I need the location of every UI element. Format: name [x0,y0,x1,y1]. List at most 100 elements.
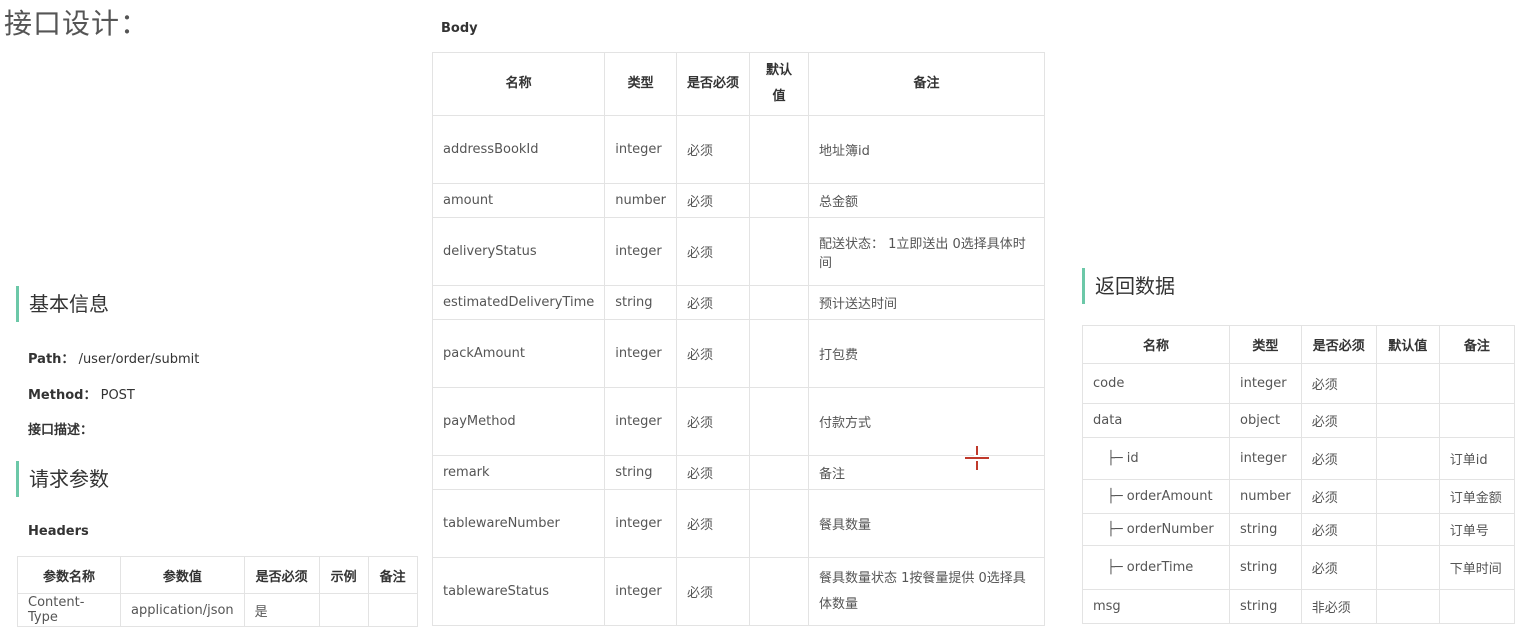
table-cell: string [1229,513,1302,546]
table-cell [368,593,418,627]
headers-col-value: 参数值 [120,556,245,594]
basic-info-heading: 基本信息 [16,286,109,322]
table-cell: 必须 [1301,479,1377,514]
page-title: 接口设计： [4,7,150,40]
table-cell: 必须 [1301,437,1377,480]
table-cell [749,557,809,626]
table-row: Content-Type application/json 是 [17,593,418,627]
table-cell: 必须 [676,115,750,184]
table-row: data object 必须 [1082,403,1515,438]
table-cell: 必须 [676,557,750,626]
table-cell [749,319,809,388]
table-cell: 必须 [1301,545,1377,590]
table-cell: 必须 [676,319,750,388]
table-row: ├─ orderTime string 必须 下单时间 [1082,545,1515,590]
table-cell: 必须 [676,285,750,320]
table-cell: 是 [244,593,320,627]
method-value: POST [100,388,135,403]
table-cell: 餐具数量 [808,489,1046,558]
table-cell [749,115,809,184]
table-cell: Content-Type [17,593,121,627]
body-col-name: 名称 [431,52,606,116]
headers-col-required: 是否必须 [244,556,320,594]
body-col-note: 备注 [808,52,1046,116]
table-row: msg string 非必须 [1082,589,1515,624]
table-cell: integer [604,557,677,626]
table-row: addressBookId integer 必须 地址簿id [431,115,1046,184]
table-cell: ├─ id [1082,437,1230,480]
table-cell [749,489,809,558]
table-cell: data [1082,403,1230,438]
table-row: remark string 必须 备注 [431,455,1046,490]
table-cell [1376,589,1440,624]
table-cell [1376,479,1440,514]
table-row: estimatedDeliveryTime string 必须 预计送达时间 [431,285,1046,320]
table-row: deliveryStatus integer 必须 配送状态： 1立即送出 0选… [431,217,1046,286]
table-row: tablewareStatus integer 必须 餐具数量状态 1按餐量提供… [431,557,1046,626]
table-cell [1376,403,1440,438]
table-cell: object [1229,403,1302,438]
headers-table: 参数名称 参数值 是否必须 示例 备注 Content-Type applica… [17,556,418,627]
table-cell [749,217,809,286]
table-cell [1376,437,1440,480]
table-cell: 必须 [1301,363,1377,404]
table-cell: 必须 [1301,403,1377,438]
table-cell: addressBookId [431,115,606,184]
table-cell: 总金额 [808,183,1046,218]
table-cell: ├─ orderNumber [1082,513,1230,546]
table-cell: 必须 [676,489,750,558]
table-cell: estimatedDeliveryTime [431,285,606,320]
table-cell: 必须 [676,183,750,218]
table-cell: msg [1082,589,1230,624]
table-row: tablewareNumber integer 必须 餐具数量 [431,489,1046,558]
table-cell: 备注 [808,455,1046,490]
table-cell: tablewareStatus [431,557,606,626]
table-cell [1376,545,1440,590]
response-col-required: 是否必须 [1301,325,1377,364]
table-cell: string [604,455,677,490]
method-row: Method： POST [28,384,135,403]
table-cell: 订单号 [1439,513,1515,546]
table-cell: number [604,183,677,218]
table-cell: integer [1229,437,1302,480]
headers-label: Headers [28,524,89,539]
table-cell: 预计送达时间 [808,285,1046,320]
table-cell: integer [604,217,677,286]
headers-col-example: 示例 [319,556,369,594]
table-cell [749,455,809,490]
path-row: Path： /user/order/submit [28,348,199,367]
body-label: Body [441,21,478,36]
table-cell [749,387,809,456]
table-row: ├─ orderAmount number 必须 订单金额 [1082,479,1515,514]
table-cell: string [1229,545,1302,590]
request-params-heading: 请求参数 [16,461,109,497]
response-col-default: 默认值 [1376,325,1440,364]
table-cell: remark [431,455,606,490]
table-cell: code [1082,363,1230,404]
body-col-type: 类型 [604,52,677,116]
body-table-header-row: 名称 类型 是否必须 默认值 备注 [431,52,1046,116]
response-col-type: 类型 [1229,325,1302,364]
table-row: amount number 必须 总金额 [431,183,1046,218]
response-table: 名称 类型 是否必须 默认值 备注 code integer 必须 data o… [1082,325,1515,624]
headers-table-header-row: 参数名称 参数值 是否必须 示例 备注 [17,556,418,594]
table-cell: 餐具数量状态 1按餐量提供 0选择具体数量 [808,557,1046,626]
table-cell [1439,403,1515,438]
table-cell: ├─ orderAmount [1082,479,1230,514]
table-row: ├─ orderNumber string 必须 订单号 [1082,513,1515,546]
table-cell: 订单id [1439,437,1515,480]
table-cell: 配送状态： 1立即送出 0选择具体时间 [808,217,1046,286]
response-col-note: 备注 [1439,325,1515,364]
table-cell: 订单金额 [1439,479,1515,514]
table-cell: 打包费 [808,319,1046,388]
response-table-header-row: 名称 类型 是否必须 默认值 备注 [1082,325,1515,364]
path-value: /user/order/submit [78,352,200,367]
table-row: payMethod integer 必须 付款方式 [431,387,1046,456]
table-row: packAmount integer 必须 打包费 [431,319,1046,388]
table-cell: integer [604,387,677,456]
table-cell: 必须 [1301,513,1377,546]
table-row: code integer 必须 [1082,363,1515,404]
table-cell: packAmount [431,319,606,388]
table-cell: deliveryStatus [431,217,606,286]
body-col-default: 默认值 [749,52,809,116]
